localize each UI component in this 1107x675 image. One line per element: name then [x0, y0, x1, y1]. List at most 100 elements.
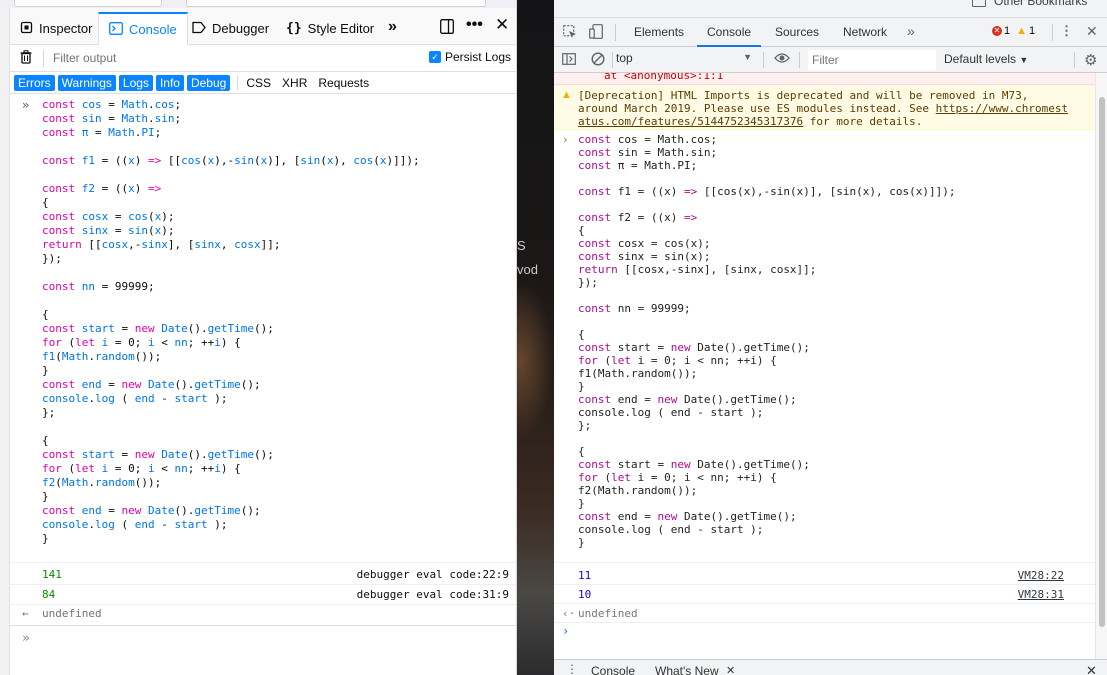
return-arrow-icon: ‹· [562, 607, 576, 620]
close-drawer-tab-icon[interactable]: ✕ [726, 664, 735, 675]
warning-line-3: for more details. [803, 115, 923, 128]
tab-inspector[interactable]: Inspector [20, 12, 92, 45]
filter-info[interactable]: Info [155, 74, 184, 91]
console-input[interactable]: » [10, 625, 516, 675]
log-result-value: 11 [578, 569, 592, 582]
log-levels-label: Default levels [944, 52, 1017, 66]
settings-gear-icon[interactable]: ⚙ [1084, 51, 1097, 69]
more-tabs-chevron-icon[interactable]: » [388, 18, 397, 36]
divider [554, 603, 1095, 604]
filter-input[interactable]: Filter [808, 50, 936, 70]
braces-icon: {} [286, 21, 302, 36]
tab-debugger-label: Debugger [212, 21, 270, 36]
divider [763, 52, 764, 68]
warning-count: 1 [1029, 25, 1036, 37]
divider [1052, 24, 1053, 41]
context-value: top [616, 51, 633, 65]
dock-layout-icon[interactable] [440, 19, 454, 39]
scrollbar-thumb[interactable] [1099, 97, 1105, 627]
divider [799, 52, 800, 68]
overflow-menu-icon[interactable]: ••• [466, 16, 483, 34]
filter-requests[interactable]: Requests [314, 75, 373, 91]
code-echo: const cos = Math.cos; const sin = Math.s… [578, 133, 956, 549]
console-icon [109, 21, 123, 38]
warning-link[interactable]: atus.com/features/5144752345317376 [578, 115, 803, 128]
drawer-tab-whats-new[interactable]: What's New [655, 664, 719, 675]
issues-counter[interactable]: ✕ 1 ▲ 1 [992, 25, 1035, 37]
other-bookmarks-label: Other Bookmarks [994, 0, 1088, 8]
tab-elements[interactable]: Elements [634, 25, 684, 39]
log-source-link[interactable]: VM28:31 [1018, 588, 1064, 601]
drawer-tab-console[interactable]: Console [591, 664, 635, 675]
persist-logs-checkbox[interactable]: ✓ Persist Logs [428, 50, 511, 64]
warning-link[interactable]: https://www.chromest [936, 102, 1068, 115]
tab-debugger[interactable]: Debugger [192, 12, 269, 45]
dropdown-arrow-icon: ▼ [1019, 55, 1029, 65]
return-arrow-icon: ← [22, 607, 29, 620]
error-count: 1 [1004, 25, 1011, 37]
tab-console[interactable]: Console [98, 12, 188, 45]
tab-network[interactable]: Network [843, 25, 887, 39]
log-result-value: 141 [42, 568, 62, 581]
divider [615, 24, 616, 41]
inspector-icon [20, 21, 33, 37]
log-result-value: 84 [42, 588, 56, 601]
kebab-menu-icon[interactable]: ⋮ [1060, 23, 1073, 39]
divider [237, 75, 239, 90]
tab-sources[interactable]: Sources [775, 25, 819, 39]
filter-warnings[interactable]: Warnings [57, 74, 116, 91]
close-drawer-icon[interactable]: ✕ [1086, 663, 1097, 675]
log-source-link[interactable]: VM28:22 [1018, 569, 1064, 582]
other-bookmarks-folder[interactable]: Other Bookmarks [972, 0, 1087, 8]
devtools-tab-bar: Elements Console Sources Network » ✕ 1 ▲… [554, 18, 1107, 47]
filter-css[interactable]: CSS [242, 75, 275, 91]
divider [554, 562, 1095, 563]
log-levels-dropdown[interactable]: Default levels ▼ [944, 52, 1028, 66]
warning-icon: ▲ [1016, 25, 1028, 37]
eye-icon[interactable] [774, 52, 790, 67]
device-toolbar-icon[interactable] [589, 24, 603, 42]
warning-text: [Deprecation] HTML Imports is deprecated… [578, 89, 1068, 128]
undefined-result: undefined [42, 607, 102, 620]
context-selector[interactable]: top ▼ [616, 51, 754, 69]
console-input-prompt[interactable]: › [562, 624, 569, 638]
checkmark-icon: ✓ [428, 51, 441, 63]
more-tabs-chevron-icon[interactable]: » [907, 23, 915, 39]
close-icon[interactable]: ✕ [1086, 23, 1098, 40]
undefined-result: undefined [578, 607, 638, 620]
folder-icon [972, 0, 986, 7]
tab-console[interactable]: Console [697, 18, 762, 47]
sidebar-toggle-icon[interactable] [562, 53, 576, 68]
browser-top-strip [0, 0, 516, 8]
log-source-link[interactable]: debugger eval code:31:9 [357, 588, 509, 601]
divider [43, 50, 44, 67]
code-echo: const cos = Math.cos; const sin = Math.s… [42, 98, 420, 545]
warning-line-1: [Deprecation] HTML Imports is deprecated… [578, 89, 1029, 102]
console-filter-bar: top ▼ Filter Default levels ▼ ⚙ [554, 47, 1107, 73]
filter-output-input[interactable]: Filter output [53, 51, 116, 65]
log-source-link[interactable]: debugger eval code:22:9 [357, 568, 509, 581]
drawer-menu-icon[interactable]: ⋮ [566, 662, 578, 675]
tab-style-editor[interactable]: {} Style Editor [286, 12, 374, 45]
background-glow [517, 280, 554, 440]
input-echo-chevron-icon: » [22, 98, 30, 112]
tab-style-editor-label: Style Editor [307, 21, 375, 36]
filter-xhr[interactable]: XHR [278, 75, 311, 91]
scrollbar[interactable] [1095, 73, 1107, 659]
element-picker-icon[interactable] [563, 25, 577, 42]
error-icon: ✕ [992, 26, 1002, 36]
divider [10, 584, 516, 585]
divider [612, 52, 613, 68]
input-chevron-icon: » [22, 631, 30, 646]
filter-debug[interactable]: Debug [186, 74, 231, 91]
clear-console-icon[interactable] [591, 52, 605, 69]
clear-trash-icon[interactable] [20, 50, 32, 67]
deprecation-warning: ▲ [Deprecation] HTML Imports is deprecat… [554, 85, 1095, 130]
filter-logs[interactable]: Logs [118, 74, 153, 91]
close-icon[interactable]: ✕ [495, 15, 509, 35]
filter-errors[interactable]: Errors [14, 74, 55, 91]
divider [1074, 52, 1075, 68]
divider [10, 562, 516, 563]
url-bar-fragment [186, 0, 486, 7]
firefox-devtools-panel: Inspector Console Debugger {} Style Edit… [0, 0, 517, 675]
